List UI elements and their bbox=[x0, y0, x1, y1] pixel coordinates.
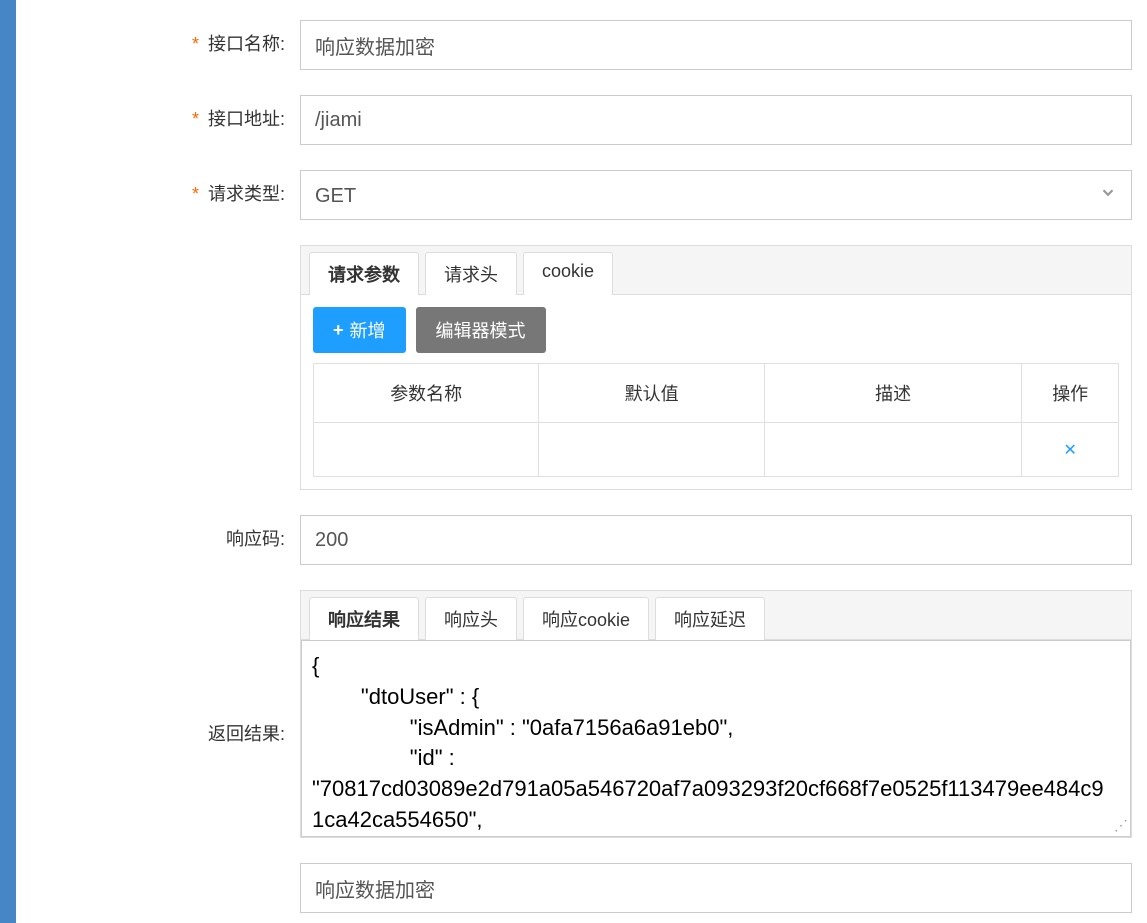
interface-url-label: * 接口地址: bbox=[15, 95, 300, 131]
request-type-label: * 请求类型: bbox=[15, 170, 300, 206]
label-text: 响应码: bbox=[226, 529, 285, 549]
label-text: 请求类型: bbox=[208, 184, 285, 204]
required-asterisk-icon: * bbox=[192, 34, 199, 54]
table-row: ✕ bbox=[314, 423, 1119, 477]
required-asterisk-icon: * bbox=[192, 184, 199, 204]
editor-mode-button[interactable]: 编辑器模式 bbox=[416, 307, 546, 353]
col-desc: 描述 bbox=[764, 364, 1022, 423]
add-button[interactable]: + 新增 bbox=[313, 307, 406, 353]
label-text: 返回结果: bbox=[208, 724, 285, 744]
add-button-label: 新增 bbox=[350, 317, 386, 343]
response-code-input[interactable] bbox=[300, 515, 1132, 565]
tab-response-cookie[interactable]: 响应cookie bbox=[523, 597, 649, 640]
tab-request-header[interactable]: 请求头 bbox=[425, 252, 517, 295]
params-table: 参数名称 默认值 描述 操作 ✕ bbox=[313, 363, 1119, 477]
response-tabs-panel: 响应结果 响应头 响应cookie 响应延迟 ⋰ bbox=[300, 590, 1132, 838]
tab-response-header[interactable]: 响应头 bbox=[425, 597, 517, 640]
return-result-label: 返回结果: bbox=[15, 590, 300, 746]
tab-request-cookie[interactable]: cookie bbox=[523, 252, 613, 295]
request-type-select[interactable]: GET bbox=[300, 170, 1132, 220]
request-tabs-panel: 请求参数 请求头 cookie + 新增 编辑器模式 bbox=[300, 245, 1132, 490]
required-asterisk-icon: * bbox=[192, 109, 199, 129]
tab-response-result[interactable]: 响应结果 bbox=[309, 597, 419, 640]
response-code-label: 响应码: bbox=[15, 515, 300, 551]
delete-row-icon[interactable]: ✕ bbox=[1063, 442, 1076, 459]
plus-icon: + bbox=[333, 320, 344, 341]
interface-url-input[interactable] bbox=[300, 95, 1132, 145]
return-result-textarea[interactable] bbox=[302, 641, 1130, 831]
interface-name-label: * 接口名称: bbox=[15, 20, 300, 56]
bottom-name-input[interactable] bbox=[300, 863, 1132, 913]
col-param-name: 参数名称 bbox=[314, 364, 539, 423]
col-action: 操作 bbox=[1022, 364, 1119, 423]
tab-response-delay[interactable]: 响应延迟 bbox=[655, 597, 765, 640]
interface-name-input[interactable] bbox=[300, 20, 1132, 70]
label-text: 接口地址: bbox=[208, 109, 285, 129]
label-text: 接口名称: bbox=[208, 34, 285, 54]
tab-request-params[interactable]: 请求参数 bbox=[309, 252, 419, 295]
col-default: 默认值 bbox=[539, 364, 764, 423]
